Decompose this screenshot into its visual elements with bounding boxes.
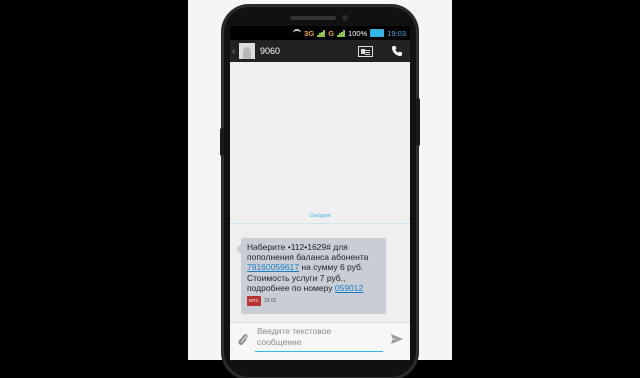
back-chevron-icon[interactable]: ‹ (232, 46, 238, 57)
message-text: на сумму 6 руб. (299, 262, 364, 273)
contact-card-icon[interactable] (358, 45, 373, 57)
status-bar: 3G G 100% 19:03 (230, 26, 410, 40)
signal-icon (337, 29, 345, 37)
message-line: 79160059617 на сумму 6 руб. (247, 262, 380, 272)
input-placeholder-line: Введите текстовое (257, 326, 332, 336)
network-g-label: G (328, 28, 335, 38)
earpiece-speaker (290, 16, 336, 20)
message-meta: МТС 19:02 (247, 296, 380, 307)
battery-icon (370, 29, 385, 37)
phone-icon[interactable] (391, 45, 403, 57)
message-line: пополнения баланса абонента (247, 252, 369, 263)
paperclip-icon[interactable] (237, 333, 249, 347)
action-bar: ‹ 9060 (230, 40, 410, 62)
message-time: 19:02 (263, 298, 277, 305)
message-bubble[interactable]: Наберите •112•1629# для пополнения балан… (236, 238, 386, 314)
status-time: 19:03 (387, 28, 406, 38)
volume-button (220, 128, 224, 156)
phone-number-link[interactable]: 059012 (335, 283, 363, 293)
divider-line (230, 223, 410, 224)
message-text: подробнее по номеру (247, 282, 335, 293)
contact-name: 9060 (260, 46, 281, 56)
input-placeholder-line: сообщение (257, 336, 302, 347)
signal-icon (317, 29, 325, 37)
avatar[interactable] (239, 43, 255, 59)
date-divider: Сегодня (309, 213, 331, 219)
message-input[interactable]: Введите текстовое сообщение (255, 326, 383, 352)
network-3g-label: 3G (304, 28, 315, 38)
sim-badge: МТС (247, 296, 261, 307)
composer: Введите текстовое сообщение (230, 322, 410, 360)
wifi-icon (293, 29, 302, 37)
power-button (416, 98, 420, 146)
message-line: подробнее по номеру 059012 (247, 283, 380, 293)
front-camera (342, 15, 348, 21)
message-line: Наберите •112•1629# для (247, 242, 348, 252)
message-line: Стоимость услуги 7 руб., (247, 272, 346, 283)
phone-number-link[interactable]: 79160059617 (247, 262, 299, 272)
send-icon[interactable] (390, 333, 404, 345)
phone-screen: 3G G 100% 19:03 ‹ 9060 Сегодня Наберите … (230, 26, 410, 360)
battery-percent: 100% (348, 28, 368, 38)
